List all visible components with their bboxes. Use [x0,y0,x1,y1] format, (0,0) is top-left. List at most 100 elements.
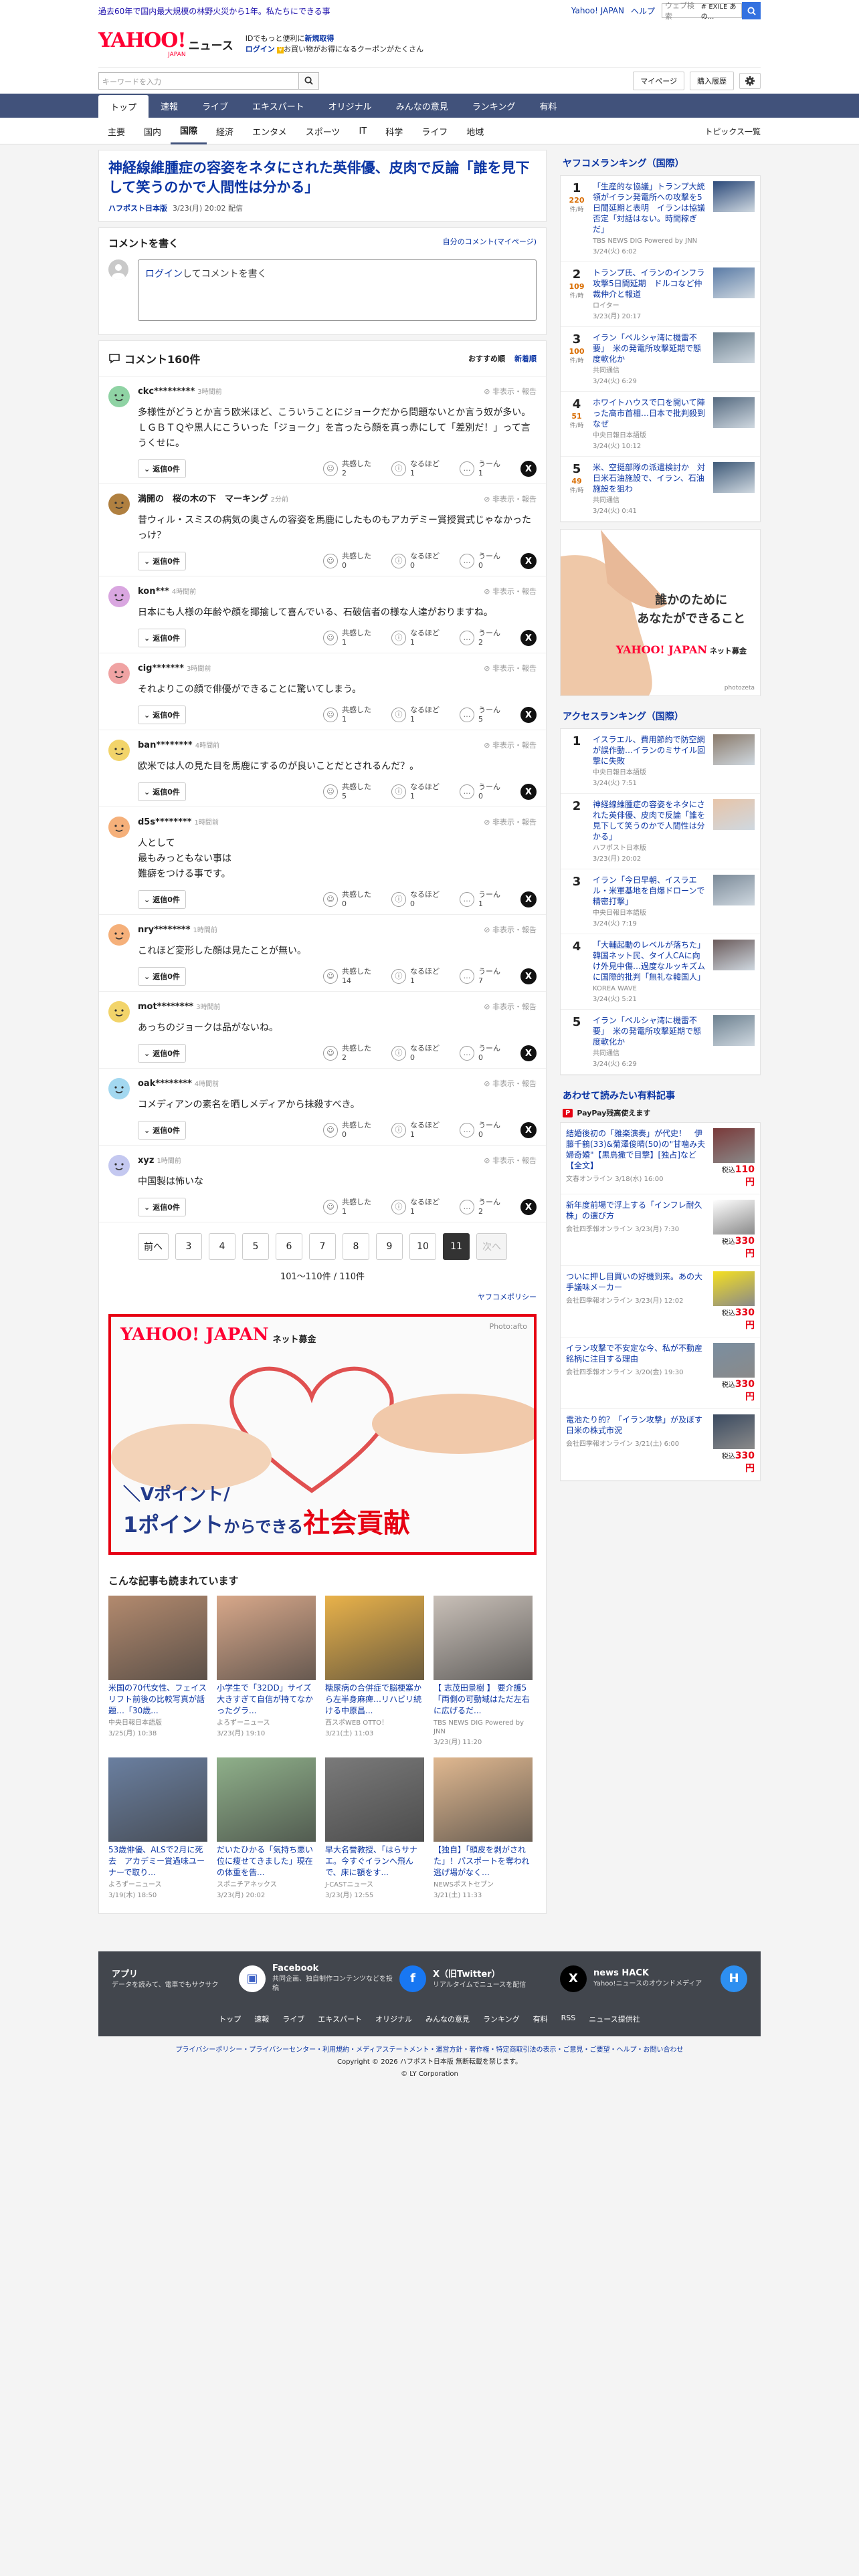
avatar[interactable] [108,924,130,946]
ranking-item[interactable]: 3 イラン「今日早朝、イスラエル・米軍基地を自爆ドローンで精密打撃」 中央日報日本語… [561,869,760,934]
category-tab[interactable]: IT [349,118,376,144]
x-share-icon[interactable]: X [520,1122,537,1138]
ranking-item[interactable]: 1 220 件/時 「生産的な協議」トランプ大統領がイラン発電所への攻撃を5日間延期と… [561,176,760,262]
yahoo-japan-link[interactable]: Yahoo! JAPAN [571,6,624,15]
reply-button[interactable]: ⌄ 返信0件 [138,967,186,986]
help-link[interactable]: ヘルプ [631,5,655,17]
react-agree-button[interactable]: ☺ 共感した 5 [323,782,371,801]
my-comments-link[interactable]: 自分のコメント(マイページ) [443,236,537,250]
react-insight-button[interactable]: ⓘ なるほど 1 [391,1198,440,1216]
web-search-input[interactable]: ウェブ検索 # EXILE あの... [662,1,742,21]
nav-tab[interactable]: エキスパート [240,94,316,118]
react-hmm-button[interactable]: … うーん 0 [460,1121,500,1140]
page-button[interactable]: 5 [242,1233,269,1260]
react-agree-button[interactable]: ☺ 共感した 2 [323,459,371,478]
react-insight-button[interactable]: ⓘ なるほど 1 [391,1121,440,1140]
x-share-icon[interactable]: X [520,553,537,569]
avatar[interactable] [108,817,130,838]
reply-button[interactable]: ⌄ 返信0件 [138,782,186,801]
ranking-item[interactable]: 3 100 件/時 イラン「ペルシャ湾に機雷不要」 米の発電所攻撃延期で態度軟化か 共同… [561,327,760,392]
ranking-item[interactable]: 4 「大輔起動のレベルが落ちた」韓国ネット民、タイ人CAに向け外見中傷…過度なルッ… [561,934,760,1010]
react-hmm-button[interactable]: … うーん 1 [460,459,500,478]
ranking-item[interactable]: 2 109 件/時 トランプ氏、イランのインフラ攻撃5日間延期 ドルコなど仲裁仲介と報… [561,262,760,327]
comment-author[interactable]: oak******** [138,1079,192,1089]
footer-nav-link[interactable]: みんなの意見 [425,2014,470,2024]
hide-report-link[interactable]: ⊘ 非表示・報告 [484,740,537,750]
page-button[interactable]: 8 [343,1233,369,1260]
reply-button[interactable]: ⌄ 返信0件 [138,459,186,478]
comment-author[interactable]: ban******** [138,740,193,750]
category-tab[interactable]: 国際 [171,118,207,144]
nav-tab[interactable]: ライブ [190,94,240,118]
nav-tab[interactable]: トップ [98,95,149,118]
react-insight-button[interactable]: ⓘ なるほど 1 [391,967,440,986]
category-tab[interactable]: エンタメ [243,118,296,144]
category-tab[interactable]: 国内 [134,118,171,144]
react-agree-button[interactable]: ☺ 共感した 14 [323,967,371,986]
react-agree-button[interactable]: ☺ 共感した 1 [323,629,371,647]
paid-article[interactable]: 電池たり的？「イラン攻撃」が及ぼす日米の株式市況 会社四季報オンライン 3/21(… [561,1409,760,1481]
x-share-icon[interactable]: X [520,707,537,723]
react-hmm-button[interactable]: … うーん 0 [460,552,500,570]
reply-button[interactable]: ⌄ 返信0件 [138,552,186,570]
react-hmm-button[interactable]: … うーん 1 [460,890,500,909]
related-article[interactable]: だいたひかる「気持ち悪い位に痩せてきました」現在の体重を告... スポニチアネック… [217,1757,316,1900]
page-button[interactable]: 4 [209,1233,235,1260]
footer-x-link[interactable]: X（旧Twitter） リアルタイムでニュースを配信 X [433,1963,587,1994]
hide-report-link[interactable]: ⊘ 非表示・報告 [484,386,537,397]
donation-side-ad[interactable]: 誰かのために あなたができること YAHOO! JAPAN ネット募金 photoz… [560,529,761,696]
nav-tab[interactable]: みんなの意見 [384,94,460,118]
react-insight-button[interactable]: ⓘ なるほど 1 [391,629,440,647]
react-hmm-button[interactable]: … うーん 2 [460,629,500,647]
x-share-icon[interactable]: X [520,1045,537,1061]
footer-nav-link[interactable]: エキスパート [318,2014,362,2024]
hide-report-link[interactable]: ⊘ 非表示・報告 [484,494,537,504]
prev-page-button[interactable]: 前へ [138,1233,169,1260]
keyword-input[interactable]: キーワードを入力 [98,72,299,90]
footer-nav-link[interactable]: ランキング [483,2014,520,2024]
react-insight-button[interactable]: ⓘ なるほど 0 [391,552,440,570]
avatar[interactable] [108,663,130,684]
x-share-icon[interactable]: X [520,784,537,800]
related-article[interactable]: 米国の70代女性、フェイスリフト前後の比較写真が話題…「30歳... 中央日報日本… [108,1596,207,1747]
react-agree-button[interactable]: ☺ 共感した 0 [323,890,371,909]
footer-nav-link[interactable]: 有料 [533,2014,548,2024]
ranking-item[interactable]: 5 イラン「ペルシャ湾に機雷不要」 米の発電所攻撃延期で態度軟化か 共同通信 3/24… [561,1010,760,1075]
category-tab[interactable]: ライフ [412,118,457,144]
related-article[interactable]: 【独自】「頭皮を剥がされた」！パスポートを奪われ逃げ場がなく… NEWSポストセブ… [434,1757,533,1900]
related-article[interactable]: 糖尿病の合併症で脳梗塞から左半身麻痺…リハビリ続ける中原昌... 西スポWEB O… [325,1596,424,1747]
reply-button[interactable]: ⌄ 返信0件 [138,1198,186,1216]
comment-author[interactable]: kon*** [138,586,169,597]
login-link[interactable]: ログイン [246,45,275,53]
footer-news-hack-link[interactable]: news HACK Yahoo!ニュースのオウンドメディア H [593,1963,747,1994]
page-button[interactable]: 11 [443,1233,470,1260]
topics-list-link[interactable]: トピックス一覧 [704,126,761,137]
page-button[interactable]: 3 [175,1233,202,1260]
avatar[interactable] [108,1001,130,1023]
ranking-item[interactable]: 2 神経線維腫症の容姿をネタにされた英俳優、皮肉で反論「誰を見下して笑うのかで人間… [561,794,760,869]
hide-report-link[interactable]: ⊘ 非表示・報告 [484,1001,537,1012]
reply-button[interactable]: ⌄ 返信0件 [138,706,186,724]
nav-tab[interactable]: オリジナル [316,94,384,118]
comment-author[interactable]: xyz [138,1156,154,1166]
related-article[interactable]: 小学生で「32DD」サイズ 大きすぎて自信が持てなかったグラ... よろずーニュー… [217,1596,316,1747]
hide-report-link[interactable]: ⊘ 非表示・報告 [484,817,537,827]
footer-nav-link[interactable]: トップ [219,2014,241,2024]
footer-facebook-link[interactable]: Facebook 共同企画、独自制作コンテンツなどを投稿 f [272,1963,426,1994]
nav-tab[interactable]: 有料 [527,94,569,118]
yahoo-news-logo[interactable]: YAHOO! JAPAN ニュース [98,30,233,59]
react-agree-button[interactable]: ☺ 共感した 0 [323,1121,371,1140]
footer-app-link[interactable]: アプリ データを読みて、電車でもサクサク ▣ [112,1963,266,1994]
ranking-item[interactable]: 5 49 件/時 米、空挺部隊の派遣検討か 対日米石油施設で、イラン、石油施設を狙わ共… [561,457,760,522]
page-button[interactable]: 10 [409,1233,436,1260]
donation-ad-banner[interactable]: YAHOO! JAPAN ネット募金 Photo:afto ＼Vポイント/ 1ポ… [108,1314,537,1555]
x-share-icon[interactable]: X [520,968,537,984]
reply-button[interactable]: ⌄ 返信0件 [138,1121,186,1140]
comment-author[interactable]: cig******* [138,663,184,673]
react-hmm-button[interactable]: … うーん 7 [460,967,500,986]
paid-article[interactable]: ついに押し目買いの好機到来。あの大手議味メーカー 会社四季報オンライン 3/23(… [561,1266,760,1337]
react-insight-button[interactable]: ⓘ なるほど 1 [391,782,440,801]
nav-tab[interactable]: 速報 [149,94,190,118]
react-hmm-button[interactable]: … うーん 2 [460,1198,500,1216]
react-agree-button[interactable]: ☺ 共感した 1 [323,1198,371,1216]
